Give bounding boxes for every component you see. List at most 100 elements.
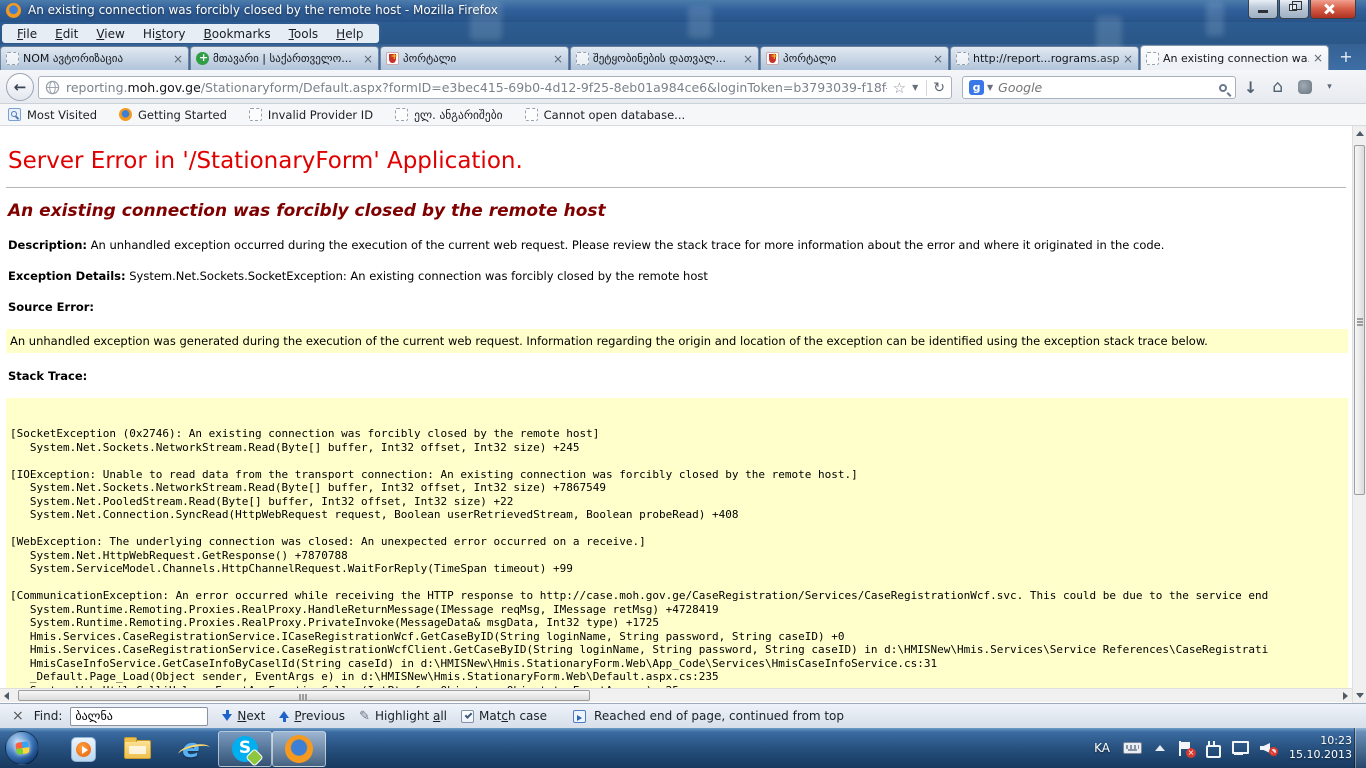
error-message-heading: An existing connection was forcibly clos… — [8, 201, 1344, 221]
find-input[interactable] — [70, 707, 208, 726]
taskbar-internet-explorer[interactable] — [164, 731, 218, 767]
menu-edit[interactable]: Edit — [46, 27, 87, 41]
search-magnifier-icon[interactable] — [1219, 84, 1227, 92]
engine-dropdown-icon[interactable] — [987, 83, 993, 92]
clock[interactable]: 10:23 15.10.2013 — [1289, 734, 1352, 762]
menu-bookmarks[interactable]: Bookmarks — [195, 27, 280, 41]
find-next-button[interactable]: Next — [222, 709, 265, 723]
most-visited-icon — [8, 108, 21, 121]
search-box[interactable] — [962, 76, 1236, 99]
home-icon[interactable] — [1272, 77, 1283, 97]
source-error-label: Source Error: — [8, 300, 1344, 314]
taskbar-media-player[interactable] — [56, 731, 110, 767]
url-bar[interactable]: reporting.moh.gov.ge/Stationaryform/Defa… — [38, 76, 952, 99]
system-tray: KA 10:23 15.10.2013 — [1094, 728, 1352, 768]
skype-icon — [232, 736, 258, 762]
taskbar-apps — [56, 728, 326, 768]
tab-report-programs[interactable]: http://report...rograms.aspx — [950, 46, 1139, 70]
action-center-flag-icon[interactable] — [1178, 741, 1192, 756]
new-tab-button[interactable] — [1333, 48, 1359, 68]
find-label: Find: — [34, 709, 63, 723]
tab-server-error-active[interactable]: An existing connection wa... — [1140, 45, 1329, 70]
volume-muted-icon[interactable] — [1260, 741, 1276, 755]
restore-icon — [1289, 4, 1297, 11]
media-player-icon — [71, 737, 96, 762]
search-input[interactable] — [998, 80, 1219, 95]
menu-file[interactable]: File — [8, 27, 46, 41]
google-engine-icon[interactable] — [969, 80, 984, 95]
bookmark-getting-started[interactable]: Getting Started — [119, 108, 227, 122]
tab-close-icon[interactable] — [933, 53, 943, 65]
taskbar-explorer[interactable] — [110, 731, 164, 767]
placeholder-favicon-icon — [6, 52, 19, 65]
tab-close-icon[interactable] — [173, 53, 183, 65]
bookmark-star-icon[interactable] — [893, 79, 906, 97]
start-button[interactable] — [5, 731, 39, 765]
tab-notifications[interactable]: შეტყობინების დათვალ... — [570, 46, 759, 70]
find-previous-button[interactable]: Previous — [279, 709, 345, 723]
find-bar: Find: Next Previous Highlight all Match … — [0, 703, 1366, 728]
back-button[interactable] — [6, 73, 34, 101]
highlight-all-button[interactable]: Highlight all — [359, 709, 447, 724]
tab-close-icon[interactable] — [1313, 52, 1323, 64]
internet-explorer-icon — [182, 736, 200, 762]
placeholder-favicon-icon — [576, 52, 589, 65]
horizontal-scrollbar[interactable] — [0, 688, 1352, 702]
scroll-left-icon[interactable] — [4, 692, 9, 700]
scroll-right-icon[interactable] — [1343, 692, 1348, 700]
bookmarks-toolbar: Most Visited Getting Started Invalid Pro… — [0, 104, 1366, 126]
vertical-scrollbar[interactable] — [1352, 126, 1366, 703]
close-button[interactable] — [1310, 0, 1356, 19]
keyboard-icon[interactable] — [1123, 742, 1142, 754]
error-badge-icon — [1186, 748, 1196, 758]
tab-close-icon[interactable] — [1123, 53, 1133, 65]
menu-view[interactable]: View — [87, 27, 133, 41]
show-desktop-button[interactable] — [1354, 728, 1366, 768]
findbar-close-icon[interactable] — [12, 709, 24, 723]
tab-strip: NOM ავტორიზაცია მთავარი | საქართველო... … — [0, 44, 1366, 70]
arrow-down-icon — [222, 710, 232, 722]
bookmark-cannot-open-database[interactable]: Cannot open database... — [525, 108, 686, 122]
taskbar-firefox[interactable] — [272, 731, 326, 767]
tab-portal-2[interactable]: პორტალი — [760, 46, 949, 70]
minimize-button[interactable] — [1248, 0, 1278, 19]
tab-close-icon[interactable] — [363, 53, 373, 65]
horizontal-scrollbar-thumb[interactable] — [18, 690, 590, 701]
scroll-up-icon[interactable] — [1356, 131, 1364, 136]
tab-portal-1[interactable]: პორტალი — [380, 46, 569, 70]
tab-label: http://report...rograms.aspx — [973, 52, 1119, 65]
menu-tools[interactable]: Tools — [280, 27, 328, 41]
menu-help[interactable]: Help — [327, 27, 372, 41]
scroll-down-icon[interactable] — [1356, 693, 1364, 698]
window-titlebar: An existing connection was forcibly clos… — [0, 0, 1366, 22]
bookmark-most-visited[interactable]: Most Visited — [8, 108, 97, 122]
menu-pill: File Edit View History Bookmarks Tools H… — [2, 24, 379, 43]
taskbar-skype[interactable] — [218, 731, 272, 767]
downloads-icon[interactable] — [1244, 78, 1257, 97]
url-text[interactable]: reporting.moh.gov.ge/Stationaryform/Defa… — [66, 80, 887, 95]
tab-label: პორტალი — [783, 52, 929, 65]
bookmark-el-angarishebi[interactable]: ელ. ანგარიშები — [395, 108, 503, 122]
restore-button[interactable] — [1279, 0, 1309, 19]
menu-history[interactable]: History — [134, 27, 195, 41]
power-plug-icon[interactable] — [1205, 741, 1218, 755]
tab-close-icon[interactable] — [553, 53, 563, 65]
addon-icon[interactable] — [1298, 80, 1312, 94]
bookmark-invalid-provider[interactable]: Invalid Provider ID — [249, 108, 373, 122]
tab-mtavari[interactable]: მთავარი | საქართველო... — [190, 46, 379, 70]
checkbox-icon[interactable] — [461, 710, 474, 723]
vertical-scrollbar-thumb[interactable] — [1354, 145, 1365, 495]
url-dropdown-icon[interactable] — [912, 83, 918, 92]
chevron-down-icon[interactable] — [1327, 82, 1332, 92]
match-case-checkbox[interactable]: Match case — [461, 709, 547, 723]
tab-label: მთავარი | საქართველო... — [213, 52, 359, 65]
hidden-icons-chevron-icon[interactable] — [1155, 745, 1165, 751]
reload-icon[interactable] — [933, 80, 945, 96]
stack-trace-text: [SocketException (0x2746): An existing c… — [6, 398, 1348, 684]
mute-badge-icon — [1269, 747, 1278, 756]
arrow-up-icon — [279, 710, 289, 722]
tab-nom-authorization[interactable]: NOM ავტორიზაცია — [0, 46, 189, 70]
tab-close-icon[interactable] — [743, 53, 753, 65]
network-icon[interactable] — [1231, 741, 1247, 755]
language-indicator[interactable]: KA — [1094, 741, 1110, 755]
